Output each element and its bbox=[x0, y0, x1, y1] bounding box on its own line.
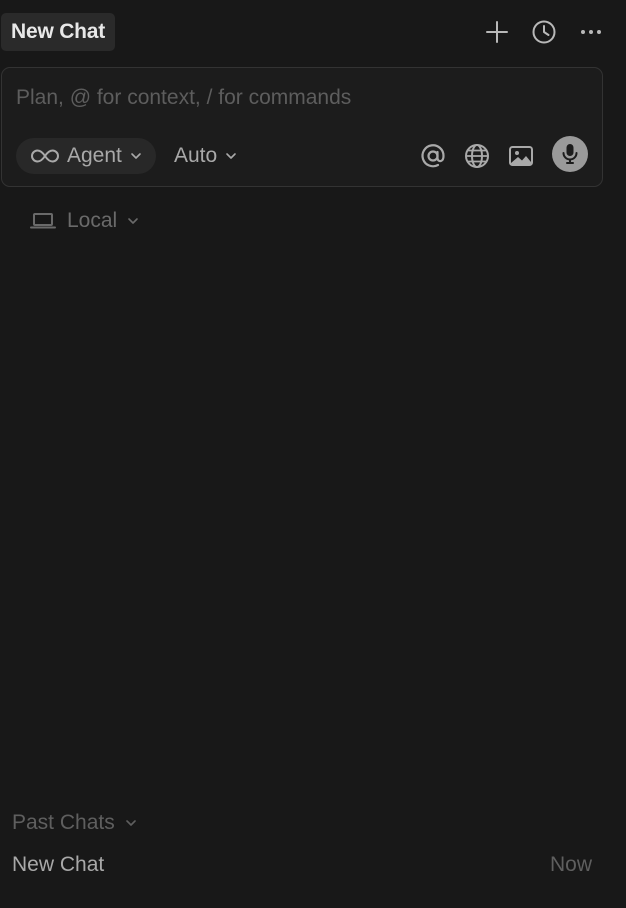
infinity-icon bbox=[31, 147, 59, 165]
mode-label: Agent bbox=[67, 144, 122, 167]
laptop-icon bbox=[30, 212, 56, 230]
environment-select-button[interactable]: Local bbox=[30, 206, 139, 236]
model-label: Auto bbox=[174, 144, 218, 167]
plus-icon[interactable] bbox=[483, 18, 511, 46]
at-icon[interactable] bbox=[418, 141, 448, 171]
chevron-down-icon bbox=[127, 215, 139, 227]
mode-select-button[interactable]: Agent bbox=[16, 138, 156, 174]
microphone-icon bbox=[560, 142, 580, 166]
prompt-input[interactable] bbox=[16, 84, 576, 112]
chevron-down-icon bbox=[225, 150, 237, 162]
top-bar: New Chat bbox=[0, 0, 626, 64]
chevron-down-icon bbox=[125, 817, 137, 829]
past-chat-item[interactable]: New Chat Now bbox=[12, 850, 592, 880]
past-chat-time: Now bbox=[549, 853, 592, 876]
chat-composer: Agent Auto bbox=[1, 67, 603, 187]
environment-label: Local bbox=[67, 209, 118, 232]
past-chat-title: New Chat bbox=[12, 853, 105, 876]
more-icon[interactable] bbox=[577, 18, 605, 46]
past-chats-toggle[interactable]: Past Chats bbox=[12, 808, 137, 838]
tab-new-chat[interactable]: New Chat bbox=[1, 13, 116, 51]
globe-icon[interactable] bbox=[462, 141, 492, 171]
microphone-button[interactable] bbox=[552, 136, 588, 172]
history-icon[interactable] bbox=[530, 18, 558, 46]
image-icon[interactable] bbox=[506, 141, 536, 171]
past-chats-label: Past Chats bbox=[12, 811, 115, 834]
chevron-down-icon bbox=[130, 150, 142, 162]
model-select-button[interactable]: Auto bbox=[174, 138, 237, 174]
